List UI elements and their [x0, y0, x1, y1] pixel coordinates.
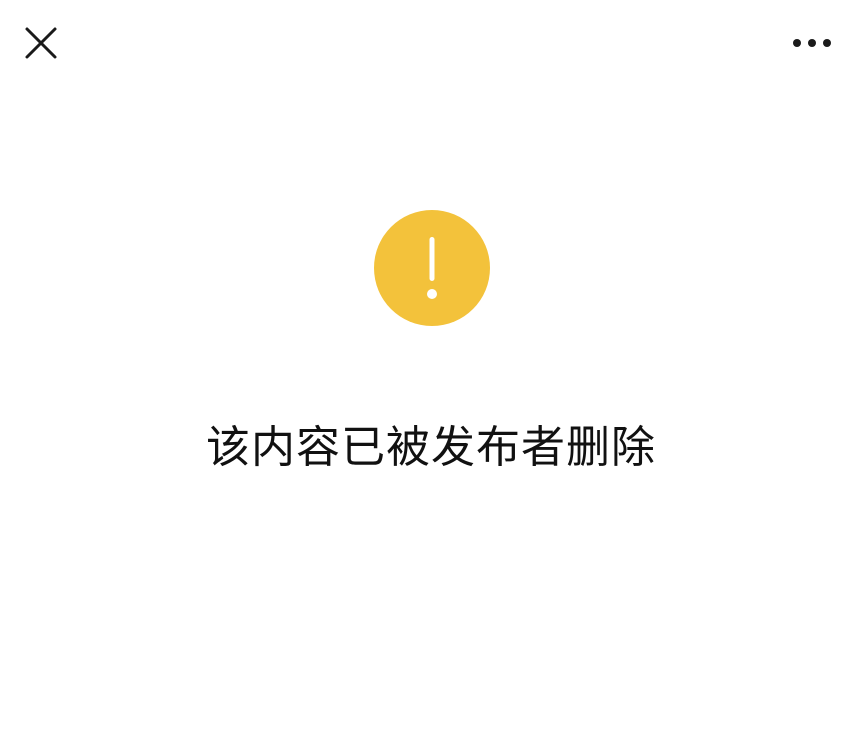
close-icon [25, 27, 57, 59]
more-options-button[interactable] [786, 22, 838, 64]
deleted-content-page: 该内容已被发布者删除 [0, 0, 862, 756]
deleted-message: 该内容已被发布者删除 [206, 422, 656, 473]
warning-badge [374, 210, 490, 326]
top-bar [0, 0, 862, 90]
more-horizontal-icon [793, 39, 831, 47]
close-button[interactable] [18, 20, 64, 66]
exclamation-circle-icon [427, 237, 437, 299]
